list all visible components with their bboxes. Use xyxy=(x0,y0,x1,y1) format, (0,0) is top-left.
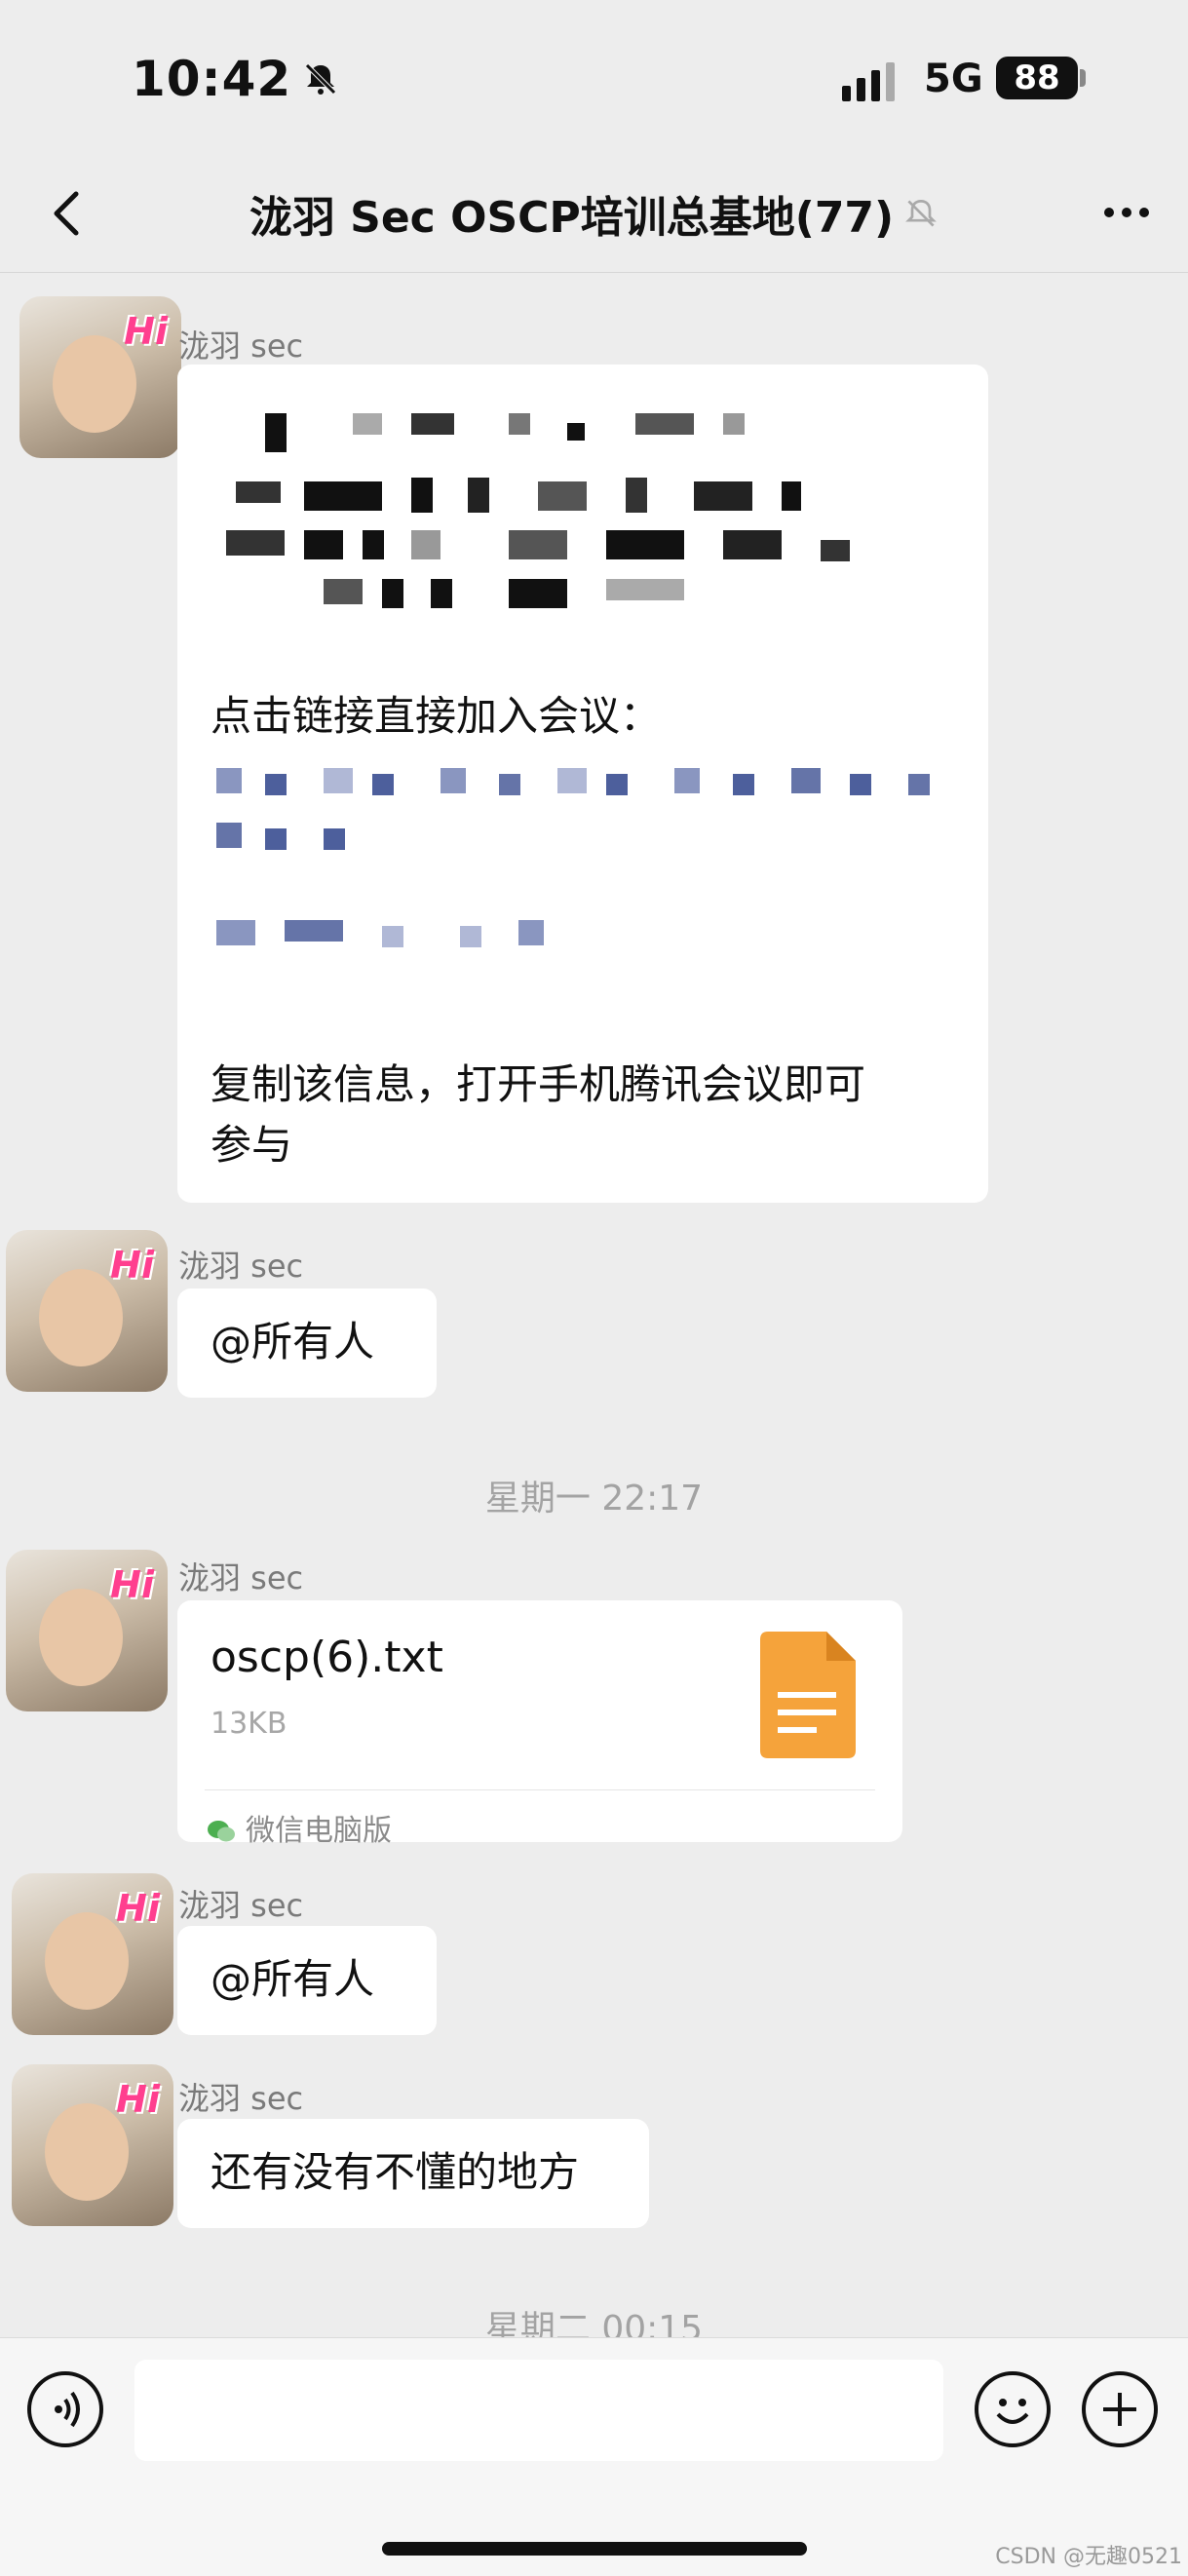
file-size: 13KB xyxy=(211,1707,287,1741)
file-message-bubble[interactable]: oscp(6).txt 13KB 微信电脑版 xyxy=(177,1600,902,1848)
message-bubble[interactable]: 点击链接直接加入会议： 复制该信息，打开手机腾讯会议即可 参与 xyxy=(177,365,988,1203)
message-text: @所有人 xyxy=(211,1318,375,1365)
divider xyxy=(205,1789,875,1790)
message-line: 点击链接直接加入会议： xyxy=(211,692,662,740)
hi-sticker: Hi xyxy=(110,1563,154,1606)
status-bar: 10:42 5G 88 xyxy=(0,0,1188,161)
plus-icon xyxy=(1103,2393,1136,2426)
avatar[interactable]: Hi xyxy=(12,2064,173,2226)
hi-sticker: Hi xyxy=(116,2078,160,2121)
pixelated-link xyxy=(207,764,947,949)
watermark: CSDN @无趣0521 xyxy=(995,2545,1182,2569)
hi-sticker: Hi xyxy=(124,310,168,353)
voice-input-button[interactable] xyxy=(27,2371,103,2447)
battery-icon: 88 xyxy=(996,57,1078,99)
dot-icon xyxy=(1122,208,1131,217)
message-line: 复制该信息，打开手机腾讯会议即可 xyxy=(211,1060,866,1108)
wechat-icon xyxy=(208,1821,235,1842)
smiley-icon xyxy=(996,2399,1029,2424)
chat-title: 泷羽 Sec OSCP培训总基地(77) xyxy=(249,193,895,243)
hi-sticker: Hi xyxy=(116,1887,160,1930)
message-text: @所有人 xyxy=(211,1955,375,2003)
more-actions-button[interactable] xyxy=(1082,2371,1158,2447)
pixelated-text xyxy=(216,404,938,657)
sender-name: 泷羽 sec xyxy=(178,1248,304,1285)
battery-tip xyxy=(1080,69,1086,87)
chat-title-row[interactable]: 泷羽 Sec OSCP培训总基地(77) xyxy=(0,182,1188,245)
emoji-button[interactable] xyxy=(975,2371,1051,2447)
voice-icon xyxy=(55,2391,80,2428)
clock: 10:42 xyxy=(132,51,340,107)
sender-name: 泷羽 sec xyxy=(178,327,304,365)
dot-icon xyxy=(1139,208,1149,217)
file-source-label: 微信电脑版 xyxy=(246,1814,392,1848)
avatar[interactable]: Hi xyxy=(12,1873,173,2035)
hi-sticker: Hi xyxy=(110,1244,154,1287)
chat-header: 泷羽 Sec OSCP培训总基地(77) xyxy=(0,161,1188,273)
file-source: 微信电脑版 xyxy=(207,1801,392,1862)
avatar[interactable]: Hi xyxy=(6,1550,168,1711)
dot-icon xyxy=(1104,208,1114,217)
message-bubble[interactable]: 还有没有不懂的地方 xyxy=(177,2119,649,2228)
message-bubble[interactable]: @所有人 xyxy=(177,1926,437,2035)
message-line: 参与 xyxy=(211,1121,293,1169)
document-file-icon xyxy=(760,1632,856,1758)
network-type: 5G xyxy=(924,57,983,101)
sender-name: 泷羽 sec xyxy=(178,1559,304,1596)
battery-level: 88 xyxy=(1014,58,1060,97)
signal-icon xyxy=(842,62,895,101)
timestamp: 星期一 22:17 xyxy=(484,1479,704,1519)
sender-name: 泷羽 sec xyxy=(178,2080,304,2117)
message-input[interactable] xyxy=(134,2360,943,2461)
mute-bell-icon xyxy=(905,200,938,227)
message-text: 还有没有不懂的地方 xyxy=(211,2148,580,2196)
more-options-button[interactable] xyxy=(1104,208,1149,217)
sender-name: 泷羽 sec xyxy=(178,1887,304,1924)
avatar[interactable]: Hi xyxy=(6,1230,168,1392)
clock-text: 10:42 xyxy=(132,51,292,107)
file-name: oscp(6).txt xyxy=(211,1633,443,1682)
avatar[interactable]: Hi xyxy=(19,296,181,458)
mute-bell-icon xyxy=(305,63,336,95)
message-bubble[interactable]: @所有人 xyxy=(177,1288,437,1398)
home-indicator[interactable] xyxy=(382,2542,807,2556)
